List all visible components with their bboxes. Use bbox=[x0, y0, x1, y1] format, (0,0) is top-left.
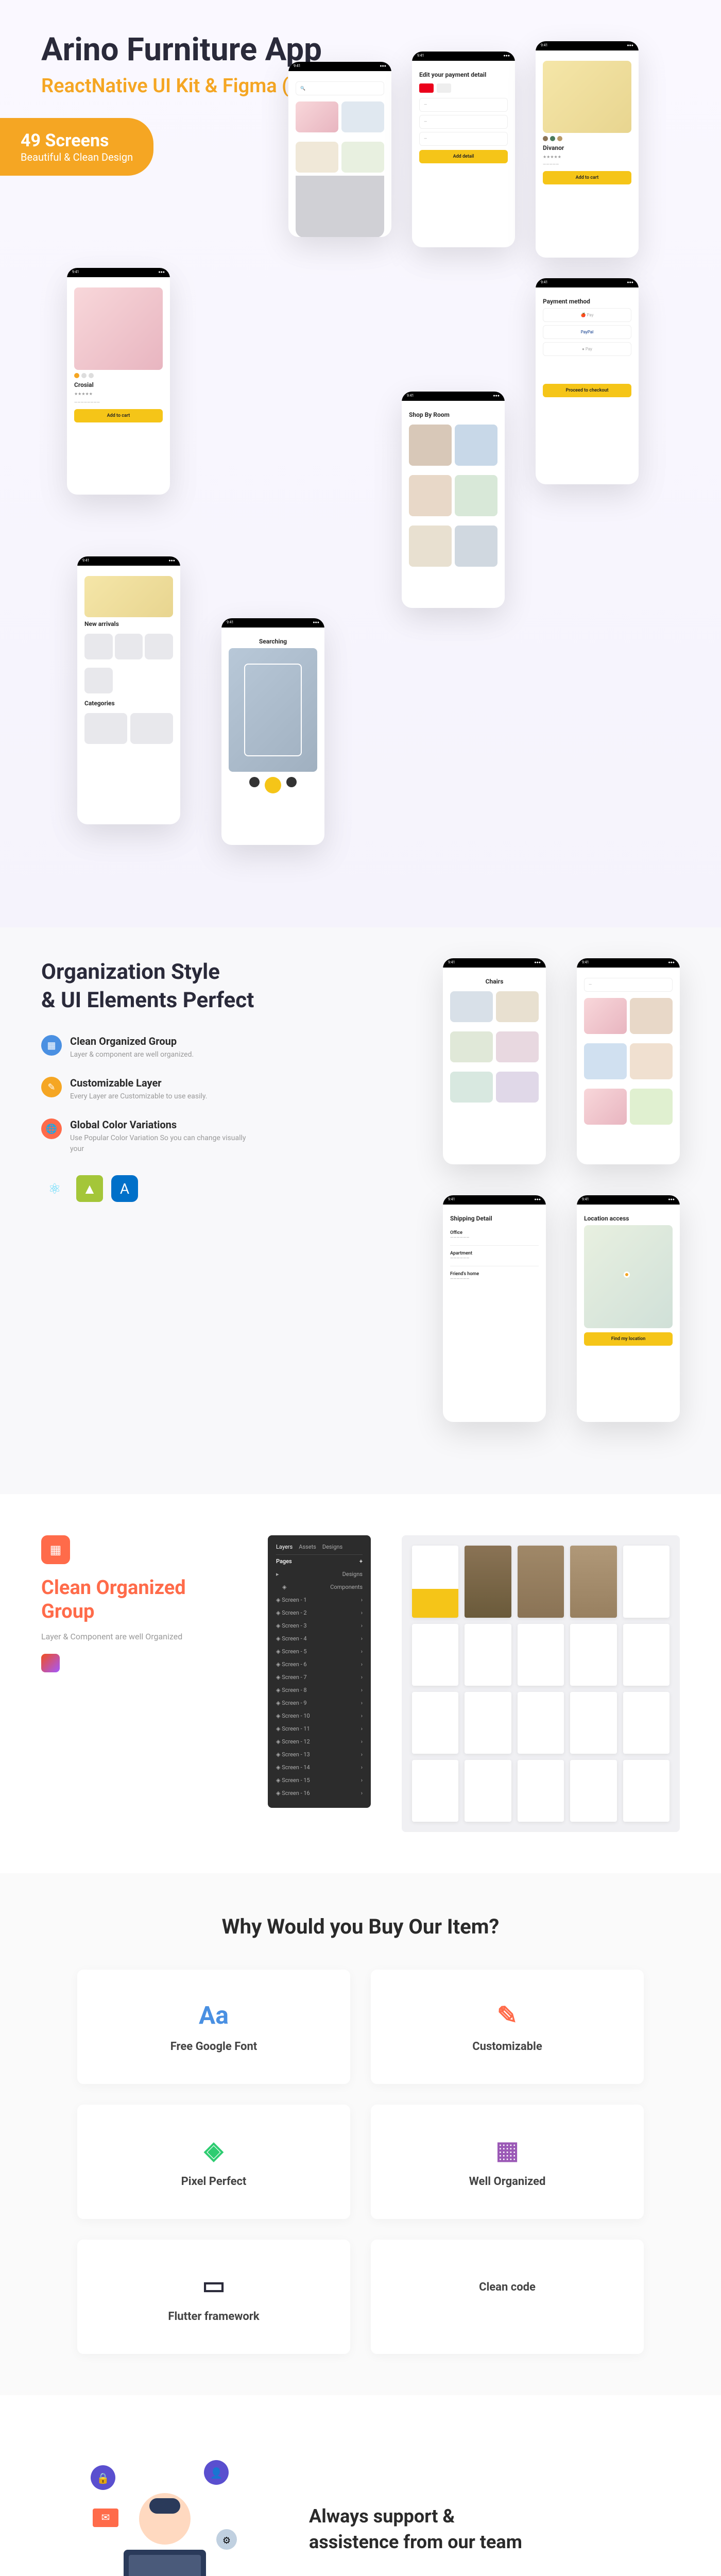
feature-card: ✎ Customizable bbox=[371, 1970, 644, 2084]
figma-layers-panel: Layers Assets Designs Pages+ ▸ Designs ◈… bbox=[268, 1535, 371, 1808]
card-icon: ▭ bbox=[98, 2270, 330, 2300]
mockup-shipping: 9:41●●● Shipping Detail Office —————— Ap… bbox=[443, 1195, 546, 1422]
card-label: Pixel Perfect bbox=[98, 2175, 330, 2188]
layers-badge-icon: ▦ bbox=[41, 1535, 70, 1564]
figma-screen-row: ◈ Screen - 7› bbox=[276, 1671, 363, 1684]
figma-screen-row: ◈ Screen - 14› bbox=[276, 1761, 363, 1774]
figma-screen-row: ◈ Screen - 2› bbox=[276, 1606, 363, 1619]
mockup-location: 9:41●●● Location access Find my location bbox=[577, 1195, 680, 1422]
figma-screen-row: ◈ Screen - 5› bbox=[276, 1645, 363, 1658]
card-label: Customizable bbox=[391, 2040, 623, 2053]
figma-screen-row: ◈ Screen - 13› bbox=[276, 1748, 363, 1761]
mockup-search-grid: 9:41●●● 🔍 bbox=[288, 62, 391, 237]
hero-section: Arino Furniture App ReactNative UI Kit &… bbox=[0, 0, 721, 927]
why-buy-section: Why Would you Buy Our Item? Aa Free Googl… bbox=[0, 1873, 721, 2395]
figma-screen-row: ◈ Screen - 3› bbox=[276, 1619, 363, 1632]
globe-icon: 🌐 bbox=[41, 1118, 62, 1139]
card-icon: ✎ bbox=[391, 2001, 623, 2030]
card-label: Clean code bbox=[391, 2281, 623, 2294]
mockup-searching: 9:41●●● Searching bbox=[221, 618, 324, 845]
figma-icon bbox=[41, 1654, 60, 1672]
figma-screen-row: ◈ Screen - 11› bbox=[276, 1722, 363, 1735]
pen-icon: ✎ bbox=[41, 1077, 62, 1097]
badge-title: 49 Screens bbox=[21, 130, 133, 151]
mockup-chairs-alt: 9:41●●● — bbox=[577, 958, 680, 1164]
feature-customizable: ✎ Customizable Layer Every Layer are Cus… bbox=[41, 1077, 258, 1102]
android-icon: ▲ bbox=[76, 1175, 103, 1202]
figma-canvas bbox=[402, 1535, 680, 1832]
figma-screen-row: ◈ Screen - 1› bbox=[276, 1594, 363, 1606]
screens-badge: 49 Screens Beautiful & Clean Design bbox=[0, 118, 153, 176]
figma-screen-row: ◈ Screen - 16› bbox=[276, 1787, 363, 1800]
figma-screen-row: ◈ Screen - 6› bbox=[276, 1658, 363, 1671]
react-icon: ⚛ bbox=[41, 1175, 68, 1202]
figma-screen-row: ◈ Screen - 12› bbox=[276, 1735, 363, 1748]
svg-text:🔒: 🔒 bbox=[97, 2472, 110, 2484]
figma-screen-row: ◈ Screen - 4› bbox=[276, 1632, 363, 1645]
mockup-shop-room: 9:41●●● Shop By Room bbox=[402, 392, 505, 608]
svg-text:✉: ✉ bbox=[101, 2511, 110, 2523]
feature-color: 🌐 Global Color Variations Use Popular Co… bbox=[41, 1118, 258, 1155]
mockup-payment-method: 9:41●●● Payment method 🍎 Pay PayPal ● Pa… bbox=[536, 278, 639, 484]
mockup-chairs-grid: 9:41●●● Chairs bbox=[443, 958, 546, 1164]
card-icon: ▦ bbox=[391, 2136, 623, 2165]
figma-screen-row: ◈ Screen - 15› bbox=[276, 1774, 363, 1787]
layers-icon: ▦ bbox=[41, 1035, 62, 1056]
features-section: Organization Style & UI Elements Perfect… bbox=[0, 927, 721, 1494]
badge-subtitle: Beautiful & Clean Design bbox=[21, 151, 133, 163]
feature-card: Clean code bbox=[371, 2240, 644, 2354]
support-illustration: 🔒 👤 ✉ ⚙ bbox=[62, 2447, 268, 2576]
figma-screen-row: ◈ Screen - 8› bbox=[276, 1684, 363, 1697]
card-label: Flutter framework bbox=[98, 2310, 330, 2323]
s3-title: Clean Organized Group bbox=[41, 1577, 237, 1623]
feature-clean-group: ▦ Clean Organized Group Layer & componen… bbox=[41, 1035, 258, 1060]
svg-text:⚙: ⚙ bbox=[222, 2535, 231, 2546]
mockup-edit-payment: 9:41●●● Edit your payment detail — — — A… bbox=[412, 52, 515, 247]
support-section: 🔒 👤 ✉ ⚙ Always support & assistence from… bbox=[0, 2395, 721, 2576]
mockup-product: 9:41●●● Crosial ★★★★★ ———————— Add to ca… bbox=[67, 268, 170, 495]
card-label: Free Google Font bbox=[98, 2040, 330, 2053]
figma-screen-row: ◈ Screen - 10› bbox=[276, 1709, 363, 1722]
s4-title: Why Would you Buy Our Item? bbox=[41, 1914, 680, 1939]
svg-text:👤: 👤 bbox=[210, 2467, 223, 2479]
search-input-mock: 🔍 bbox=[296, 81, 384, 95]
figma-screen-row: ◈ Screen - 9› bbox=[276, 1697, 363, 1709]
feature-card: ▭ Flutter framework bbox=[77, 2240, 350, 2354]
feature-card: ▦ Well Organized bbox=[371, 2105, 644, 2219]
card-label: Well Organized bbox=[391, 2175, 623, 2188]
figma-section: ▦ Clean Organized Group Layer & Componen… bbox=[0, 1494, 721, 1873]
s3-desc: Layer & Component are well Organized bbox=[41, 1632, 237, 1641]
mockup-home: 9:41●●● New arrivals Categories bbox=[77, 556, 180, 824]
keyboard-mock bbox=[296, 176, 384, 237]
card-icon: ◈ bbox=[98, 2136, 330, 2165]
appstore-icon: A bbox=[111, 1175, 138, 1202]
card-icon: Aa bbox=[98, 2001, 330, 2030]
feature-card: Aa Free Google Font bbox=[77, 1970, 350, 2084]
support-text: Always support & assistence from our tea… bbox=[309, 2503, 522, 2555]
mockup-divanor: 9:41●●● Divanor ★★★★★ ————— Add to cart bbox=[536, 41, 639, 258]
feature-card: ◈ Pixel Perfect bbox=[77, 2105, 350, 2219]
